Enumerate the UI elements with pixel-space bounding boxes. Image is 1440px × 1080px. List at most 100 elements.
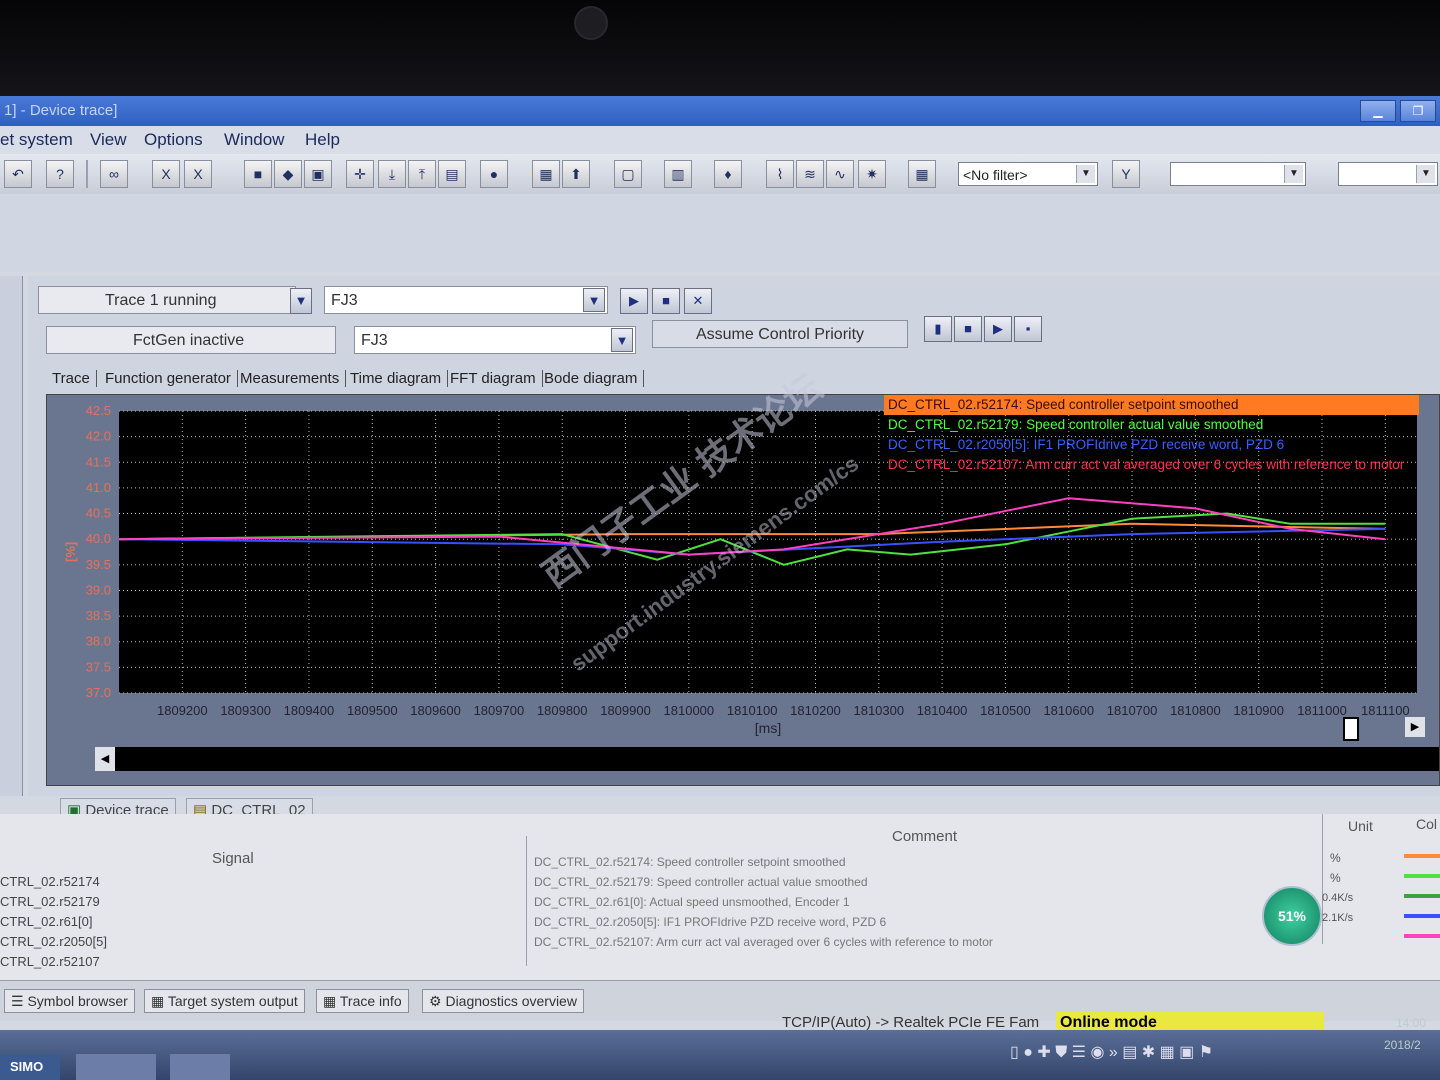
go-online-icon[interactable]: ◆ bbox=[274, 160, 302, 188]
menu-help[interactable]: Help bbox=[305, 130, 340, 150]
clock-time: 14:00 bbox=[1396, 1016, 1427, 1030]
tab-bode-diagram[interactable]: Bode diagram bbox=[544, 370, 645, 387]
save-compile-icon[interactable]: ⬆ bbox=[562, 160, 590, 188]
tab-diagnostics-overview[interactable]: ⚙ Diagnostics overview bbox=[422, 989, 584, 1013]
table-row-signal[interactable]: CTRL_02.r52179 bbox=[0, 892, 100, 912]
flash-icon[interactable]: ✷ bbox=[858, 160, 886, 188]
tab-time-diagram[interactable]: Time diagram bbox=[350, 370, 449, 387]
fctgen-drive-select[interactable]: FJ3 ▼ bbox=[354, 326, 636, 354]
y-tick-label: 37.0 bbox=[86, 685, 111, 700]
table-row-comment: DC_CTRL_02.r2050[5]: IF1 PROFIdrive PZD … bbox=[534, 915, 887, 929]
tab-symbol-browser[interactable]: ☰ Symbol browser bbox=[4, 989, 135, 1013]
trace-select-dropdown[interactable]: ▼ bbox=[290, 288, 312, 314]
minimize-button[interactable]: ▁ bbox=[1360, 100, 1396, 122]
upload-icon[interactable]: ⤒ bbox=[408, 160, 436, 188]
scroll-right-icon[interactable]: ▶ bbox=[1405, 717, 1425, 737]
y-tick-label: 39.0 bbox=[86, 582, 111, 597]
scroll-left-icon[interactable]: ◀ bbox=[95, 747, 115, 771]
tray-icons[interactable]: ▯ ● ✚ ⛊ ☰ ◉ » ▤ ✱ ▦ ▣ ⚑ bbox=[1010, 1042, 1213, 1062]
trace-options-icon[interactable]: ✕ bbox=[684, 288, 712, 314]
assume-control-priority-button[interactable]: Assume Control Priority bbox=[652, 320, 908, 348]
link-icon[interactable]: ∞ bbox=[100, 160, 128, 188]
y-axis-label: [%] bbox=[63, 542, 78, 562]
expert-list-icon[interactable]: ▢ bbox=[614, 160, 642, 188]
fctgen-options-icon[interactable]: ▪ bbox=[1014, 316, 1042, 342]
help-icon[interactable]: ? bbox=[46, 160, 74, 188]
network-up-rate: 0.4K/s bbox=[1322, 892, 1354, 904]
diagnostics-icon[interactable]: ● bbox=[480, 160, 508, 188]
tab-target-system-output[interactable]: ▦ Target system output bbox=[144, 989, 305, 1013]
download-icon[interactable]: ⤓ bbox=[378, 160, 406, 188]
variable-x1-icon[interactable]: X bbox=[152, 160, 180, 188]
fctgen-status-field: FctGen inactive bbox=[46, 326, 336, 354]
split-icon[interactable]: ✛ bbox=[346, 160, 374, 188]
load-cpu-icon[interactable]: ▤ bbox=[438, 160, 466, 188]
measure-icon[interactable]: ∿ bbox=[826, 160, 854, 188]
table-row-color-swatch[interactable] bbox=[1404, 854, 1440, 858]
undo-icon[interactable]: ↶ bbox=[4, 160, 32, 188]
fctgen-start-icon[interactable]: ▮ bbox=[924, 316, 952, 342]
ram-rom-icon[interactable]: ♦ bbox=[714, 160, 742, 188]
accessible-nodes-icon[interactable]: ▣ bbox=[304, 160, 332, 188]
parameter-icon[interactable]: ▥ bbox=[664, 160, 692, 188]
oscilloscope-icon[interactable]: ≋ bbox=[796, 160, 824, 188]
tab-measurements[interactable]: Measurements bbox=[240, 370, 347, 387]
project-navigator-collapsed[interactable] bbox=[0, 276, 23, 796]
connect-icon[interactable]: ■ bbox=[244, 160, 272, 188]
table-row-signal[interactable]: CTRL_02.r52107 bbox=[0, 952, 100, 972]
compile-icon[interactable]: ▦ bbox=[532, 160, 560, 188]
column-divider bbox=[526, 836, 527, 966]
fctgen-play-icon[interactable]: ▶ bbox=[984, 316, 1012, 342]
x-tick-label: 1809200 bbox=[157, 703, 208, 718]
chevron-down-icon: ▼ bbox=[1076, 165, 1095, 183]
table-row-unit: % bbox=[1330, 871, 1341, 885]
legend-item-setpoint[interactable]: DC_CTRL_02.r52174: Speed controller setp… bbox=[884, 395, 1419, 415]
table-row-color-swatch[interactable] bbox=[1404, 914, 1440, 918]
table-icon[interactable]: ▦ bbox=[908, 160, 936, 188]
fctgen-stop-icon[interactable]: ■ bbox=[954, 316, 982, 342]
legend-item-actual-speed[interactable]: DC_CTRL_02.r52179: Speed controller actu… bbox=[884, 415, 1419, 435]
chevron-down-icon: ▼ bbox=[583, 288, 605, 312]
table-row-color-swatch[interactable] bbox=[1404, 874, 1440, 878]
window-title: 1] - Device trace] bbox=[4, 102, 118, 119]
variable-x2-icon[interactable]: X bbox=[184, 160, 212, 188]
legend-item-arm-current[interactable]: DC_CTRL_02.r52107: Arm curr act val aver… bbox=[884, 455, 1419, 475]
menu-view[interactable]: View bbox=[90, 130, 127, 150]
tab-function-generator[interactable]: Function generator bbox=[105, 370, 238, 387]
restore-button[interactable]: ❐ bbox=[1400, 100, 1436, 122]
table-row-signal[interactable]: CTRL_02.r61[0] bbox=[0, 912, 93, 932]
toolbar-select-3[interactable]: ▼ bbox=[1338, 162, 1438, 186]
horizontal-scrollbar[interactable] bbox=[95, 747, 1439, 771]
trace-drive-select[interactable]: FJ3 ▼ bbox=[324, 286, 608, 314]
main-toolbar: ↶ ? ∞ X X ■ ◆ ▣ ✛ ⤓ ⤒ ▤ ● ▦ ⬆ ▢ ▥ ♦ ⌇ ≋ … bbox=[0, 154, 1440, 195]
table-row-color-swatch[interactable] bbox=[1404, 934, 1440, 938]
table-row-signal[interactable]: CTRL_02.r52174 bbox=[0, 872, 100, 892]
symbol-browser-icon: ☰ bbox=[11, 993, 28, 1009]
scroll-marker[interactable] bbox=[1343, 717, 1359, 741]
network-monitor-widget[interactable]: 51% bbox=[1262, 886, 1322, 946]
stop-icon[interactable]: ■ bbox=[652, 288, 680, 314]
column-signal: Signal bbox=[212, 850, 254, 867]
y-tick-label: 41.0 bbox=[86, 480, 111, 495]
tab-target-output-label: Target system output bbox=[167, 993, 298, 1009]
menu-options[interactable]: Options bbox=[144, 130, 203, 150]
menu-window[interactable]: Window bbox=[224, 130, 284, 150]
taskbar-app-3[interactable] bbox=[170, 1054, 230, 1080]
tab-diagnostics-label: Diagnostics overview bbox=[445, 993, 577, 1009]
menu-target-system[interactable]: et system bbox=[0, 130, 73, 150]
play-icon[interactable]: ▶ bbox=[620, 288, 648, 314]
tab-trace[interactable]: Trace bbox=[52, 370, 97, 387]
tab-fft-diagram[interactable]: FFT diagram bbox=[450, 370, 543, 387]
trace-drive-value: FJ3 bbox=[331, 292, 358, 309]
table-row-signal[interactable]: CTRL_02.r2050[5] bbox=[0, 932, 107, 952]
legend-item-pzd[interactable]: DC_CTRL_02.r2050[5]: IF1 PROFIdrive PZD … bbox=[884, 435, 1419, 455]
trace-icon[interactable]: ⌇ bbox=[766, 160, 794, 188]
taskbar-app-2[interactable] bbox=[76, 1054, 156, 1080]
table-row-color-swatch[interactable] bbox=[1404, 894, 1440, 898]
x-tick-label: 1809500 bbox=[347, 703, 398, 718]
taskbar-app-simotion[interactable]: SIMO bbox=[0, 1054, 60, 1080]
tab-trace-info[interactable]: ▦ Trace info bbox=[316, 989, 409, 1013]
filter-select[interactable]: <No filter> ▼ bbox=[958, 162, 1098, 186]
filter-icon[interactable]: Y bbox=[1112, 160, 1140, 188]
toolbar-select-2[interactable]: ▼ bbox=[1170, 162, 1306, 186]
